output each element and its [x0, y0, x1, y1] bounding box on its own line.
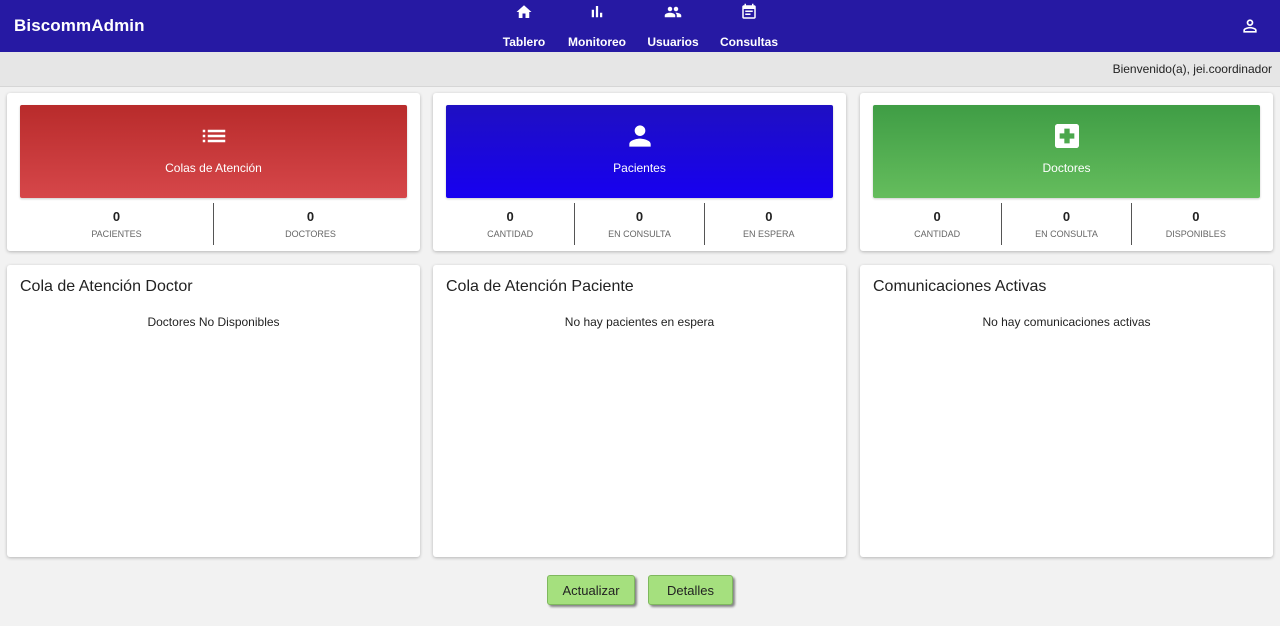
stat-en-consulta: 0 EN CONSULTA: [1001, 203, 1130, 245]
colas-title: Colas de Atención: [165, 161, 262, 175]
pacientes-card: Pacientes 0 CANTIDAD 0 EN CONSULTA 0 EN …: [433, 93, 846, 251]
stat-value: 0: [933, 209, 941, 224]
active-communications-panel: Comunicaciones Activas No hay comunicaci…: [860, 265, 1273, 557]
stat-cantidad: 0 CANTIDAD: [873, 203, 1001, 245]
panel-empty-message: Doctores No Disponibles: [147, 315, 280, 329]
doctores-stats: 0 CANTIDAD 0 EN CONSULTA 0 DISPONIBLES: [873, 203, 1260, 245]
pacientes-stats: 0 CANTIDAD 0 EN CONSULTA 0 EN ESPERA: [446, 203, 833, 245]
pacientes-title: Pacientes: [613, 161, 666, 175]
stat-label: EN CONSULTA: [1035, 229, 1098, 239]
app-brand[interactable]: BiscommAdmin: [14, 16, 145, 36]
nav-usuarios-label: Usuarios: [647, 35, 699, 49]
person-icon: [623, 120, 657, 152]
stat-value: 0: [765, 209, 773, 224]
people-icon: [663, 3, 683, 21]
details-button[interactable]: Detalles: [648, 575, 733, 605]
panel-empty-message: No hay comunicaciones activas: [982, 315, 1151, 329]
stat-label: DISPONIBLES: [1165, 229, 1226, 239]
colas-card: Colas de Atención 0 PACIENTES 0 DOCTORES: [7, 93, 420, 251]
colas-stats: 0 PACIENTES 0 DOCTORES: [20, 203, 407, 245]
doctores-banner[interactable]: Doctores: [873, 105, 1260, 198]
stat-value: 0: [306, 209, 315, 224]
nav-tablero-label: Tablero: [502, 35, 546, 49]
panel-title: Comunicaciones Activas: [873, 278, 1047, 295]
doctores-card: Doctores 0 CANTIDAD 0 EN CONSULTA 0 DISP…: [860, 93, 1273, 251]
stat-value: 0: [1192, 209, 1200, 224]
stat-en-consulta: 0 EN CONSULTA: [574, 203, 703, 245]
refresh-button[interactable]: Actualizar: [547, 575, 635, 605]
nav-monitoreo-label: Monitoreo: [568, 35, 626, 49]
nav-consultas-label: Consultas: [720, 35, 779, 49]
stat-label: EN ESPERA: [743, 229, 795, 239]
nav-usuarios[interactable]: Usuarios: [647, 0, 699, 52]
stat-value: 0: [635, 209, 644, 224]
medical-cross-icon: [1050, 120, 1084, 152]
panel-title: Cola de Atención Paciente: [446, 278, 634, 295]
colas-banner[interactable]: Colas de Atención: [20, 105, 407, 198]
panel-title: Cola de Atención Doctor: [20, 278, 193, 295]
calendar-icon: [740, 3, 758, 21]
stat-label: DOCTORES: [285, 229, 336, 239]
stat-label: EN CONSULTA: [608, 229, 671, 239]
nav-tablero[interactable]: Tablero: [502, 0, 546, 52]
stat-doctores: 0 DOCTORES: [213, 203, 407, 245]
stat-pacientes: 0 PACIENTES: [20, 203, 213, 245]
pacientes-banner[interactable]: Pacientes: [446, 105, 833, 198]
welcome-message: Bienvenido(a), jei.coordinador: [1112, 62, 1272, 76]
stat-cantidad: 0 CANTIDAD: [446, 203, 574, 245]
home-icon: [515, 3, 533, 21]
stat-value: 0: [1062, 209, 1071, 224]
doctores-title: Doctores: [1042, 161, 1091, 175]
welcome-bar: Bienvenido(a), jei.coordinador: [0, 52, 1280, 87]
stat-value: 0: [112, 209, 121, 224]
stat-value: 0: [506, 209, 514, 224]
bar-chart-icon: [588, 3, 606, 21]
list-icon: [197, 120, 231, 152]
nav-consultas[interactable]: Consultas: [720, 0, 779, 52]
stat-label: PACIENTES: [91, 229, 142, 239]
doctor-queue-panel: Cola de Atención Doctor Doctores No Disp…: [7, 265, 420, 557]
top-navigation-bar: BiscommAdmin Tablero Monitoreo Usuarios …: [0, 0, 1280, 52]
stat-label: CANTIDAD: [487, 229, 534, 239]
stat-label: CANTIDAD: [914, 229, 961, 239]
stat-disponibles: 0 DISPONIBLES: [1130, 203, 1260, 245]
panel-empty-message: No hay pacientes en espera: [564, 315, 715, 329]
stat-en-espera: 0 EN ESPERA: [703, 203, 833, 245]
account-icon[interactable]: [1240, 16, 1260, 36]
nav-monitoreo[interactable]: Monitoreo: [568, 0, 626, 52]
patient-queue-panel: Cola de Atención Paciente No hay pacient…: [433, 265, 846, 557]
